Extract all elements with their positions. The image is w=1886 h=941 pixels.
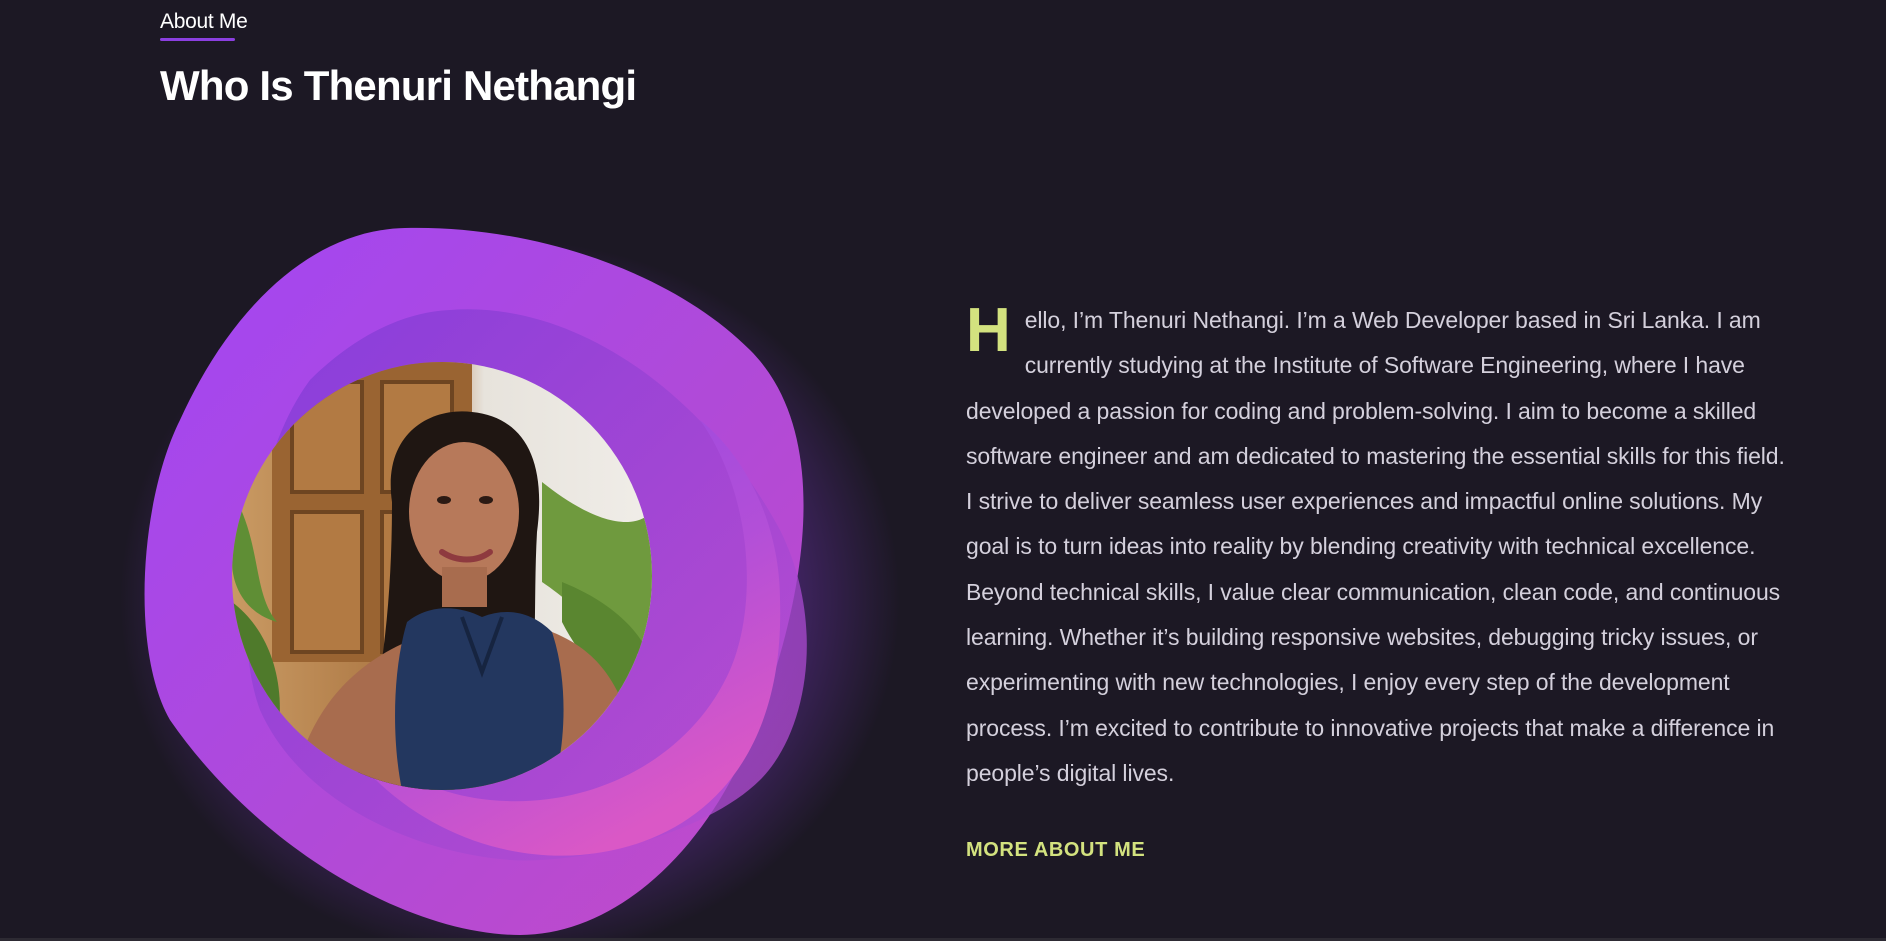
profile-photo [232,362,652,790]
person-illustration [232,362,652,790]
section-tag-underline [160,38,235,41]
profile-visual [110,200,910,941]
more-about-me-link[interactable]: MORE ABOUT ME [966,839,1145,862]
section-title: Who Is Thenuri Nethangi [160,62,637,109]
bio-paragraph: Hello, I’m Thenuri Nethangi. I’m a Web D… [966,298,1796,796]
bio-text: ello, I’m Thenuri Nethangi. I’m a Web De… [966,307,1785,786]
bio-dropcap: H [966,296,1011,365]
section-tag: About Me [160,10,248,33]
about-section: About Me Who Is Thenuri Nethangi H ello,… [0,0,1886,941]
